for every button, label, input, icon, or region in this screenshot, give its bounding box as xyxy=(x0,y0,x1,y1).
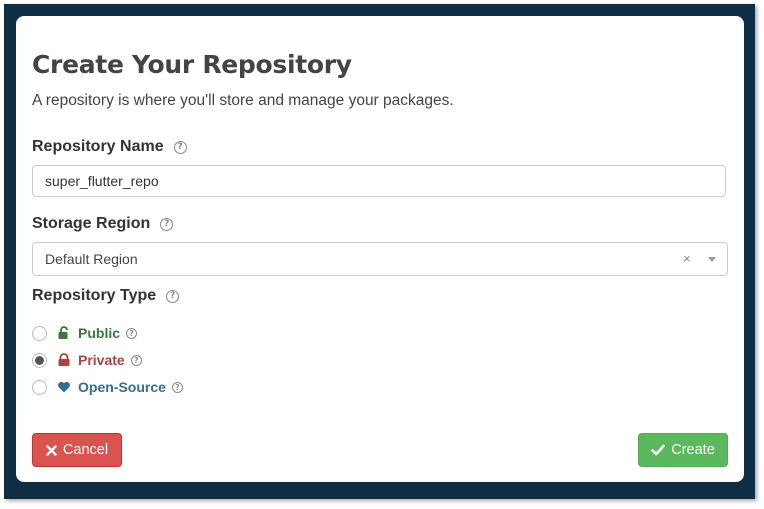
storage-region-select[interactable]: Default Region × xyxy=(32,242,728,276)
option-label-private: Private xyxy=(78,352,125,368)
dialog-title: Create Your Repository xyxy=(32,50,352,79)
storage-region-label: Storage Region ? xyxy=(32,215,174,233)
close-icon xyxy=(46,444,57,456)
help-icon[interactable]: ? xyxy=(126,327,138,339)
cancel-button[interactable]: Cancel xyxy=(32,433,122,467)
chevron-down-icon[interactable] xyxy=(708,257,716,262)
create-button-label: Create xyxy=(671,442,715,458)
clear-selection-icon[interactable]: × xyxy=(683,243,691,275)
lock-icon xyxy=(58,353,70,366)
help-icon[interactable]: ? xyxy=(171,381,183,393)
cancel-button-label: Cancel xyxy=(62,442,109,458)
radio-public[interactable] xyxy=(32,325,47,341)
repo-type-option-open-source[interactable]: Open-Source ? xyxy=(32,377,183,397)
check-icon xyxy=(651,444,666,456)
repository-type-label: Repository Type ? xyxy=(32,287,180,305)
repo-type-option-public[interactable]: Public ? xyxy=(32,323,138,343)
unlock-icon xyxy=(58,326,68,339)
repository-type-label-text: Repository Type xyxy=(32,287,157,304)
radio-private[interactable] xyxy=(32,352,47,368)
repository-name-label: Repository Name ? xyxy=(32,138,187,156)
storage-region-label-text: Storage Region xyxy=(32,215,151,232)
storage-region-selected-value: Default Region xyxy=(45,251,138,267)
help-icon[interactable]: ? xyxy=(173,140,187,154)
option-label-public: Public xyxy=(78,325,121,341)
help-icon[interactable]: ? xyxy=(130,354,142,366)
create-button[interactable]: Create xyxy=(638,433,728,467)
repository-name-label-text: Repository Name xyxy=(32,138,164,155)
heart-icon xyxy=(58,381,70,393)
dialog-subtitle: A repository is where you'll store and m… xyxy=(32,92,454,109)
radio-open-source[interactable] xyxy=(32,379,47,395)
help-icon[interactable]: ? xyxy=(166,289,180,303)
help-icon[interactable]: ? xyxy=(160,217,174,231)
repo-type-option-private[interactable]: Private ? xyxy=(32,350,142,370)
option-label-open-source: Open-Source xyxy=(78,379,166,395)
repository-name-input[interactable] xyxy=(32,165,726,197)
